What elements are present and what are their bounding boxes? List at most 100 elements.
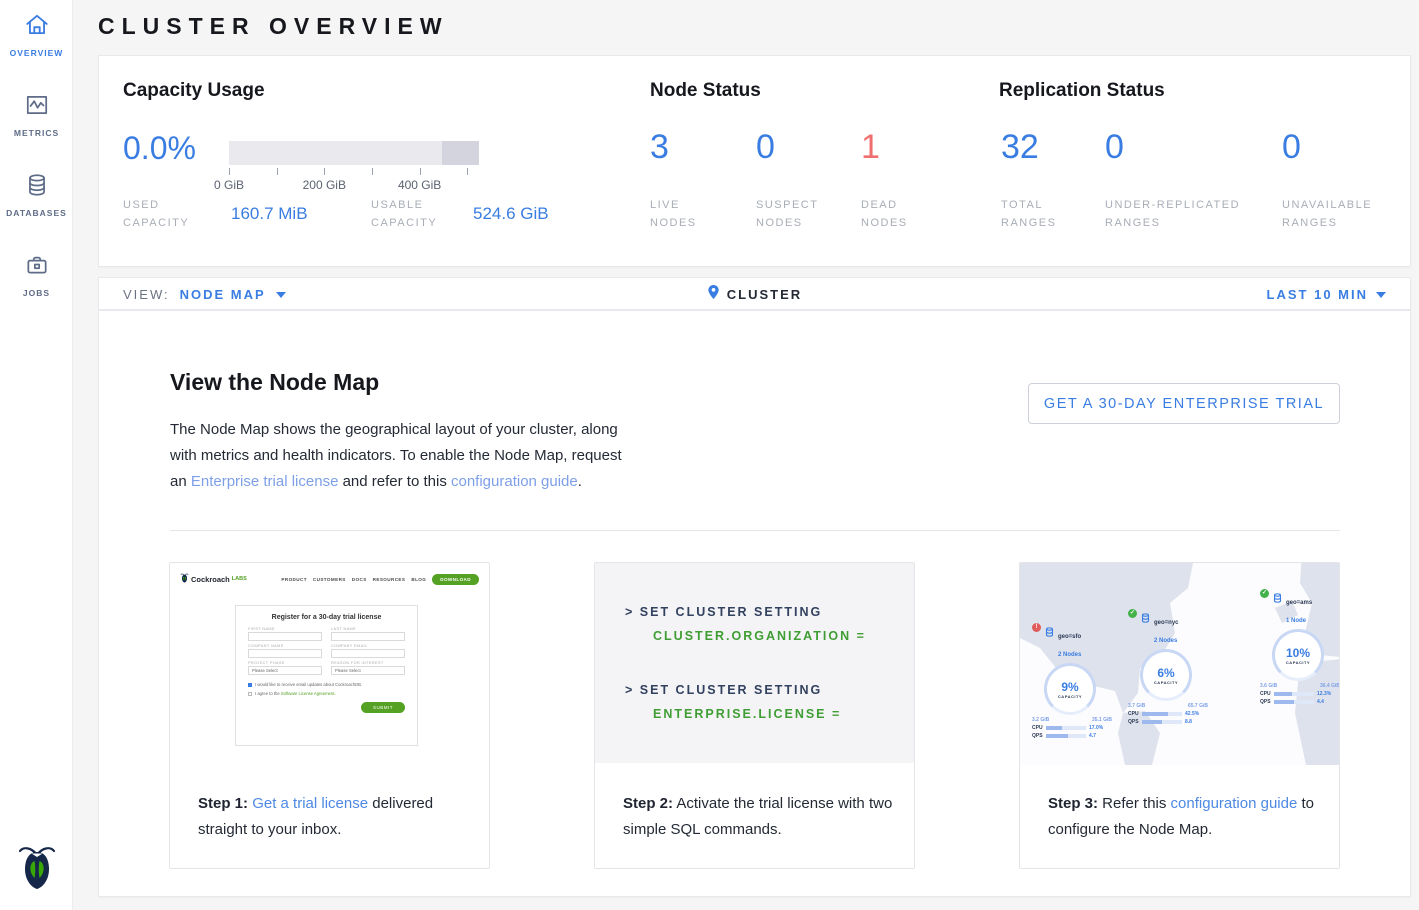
form-title: Register for a 30-day trial license bbox=[248, 614, 405, 621]
configuration-guide-link[interactable]: configuration guide bbox=[451, 473, 578, 490]
field-label: COMPANY EMAIL bbox=[331, 644, 405, 648]
intro-text: and refer to this bbox=[338, 473, 451, 490]
live-nodes-count: 3 bbox=[650, 128, 669, 167]
sidebar-item-label: METRICS bbox=[0, 128, 73, 138]
code-line: > SET CLUSTER SETTING bbox=[625, 683, 822, 697]
sidebar-item-label: DATABASES bbox=[0, 208, 73, 218]
text-input bbox=[331, 649, 405, 658]
node-map-preview: ! geo=sfo2 Nodes 9% CAPACITY 3.2 GiB35.1… bbox=[1020, 563, 1339, 765]
get-enterprise-trial-button[interactable]: GET A 30-DAY ENTERPRISE TRIAL bbox=[1028, 383, 1340, 424]
node-map-panel: View the Node Map The Node Map shows the… bbox=[98, 310, 1411, 897]
node-database-icon bbox=[1044, 625, 1055, 643]
dead-nodes-count: 1 bbox=[861, 128, 880, 167]
capacity-gauge: 10% CAPACITY bbox=[1272, 629, 1324, 681]
axis-label: 0 GiB bbox=[214, 178, 244, 192]
cockroachdb-bug-logo bbox=[0, 839, 73, 896]
checkbox-label: I would like to receive email updates ab… bbox=[255, 682, 362, 687]
under-replicated-ranges-count: 0 bbox=[1105, 128, 1124, 167]
node-database-icon bbox=[1272, 591, 1283, 609]
capacity-axis-labels: 0 GiB 200 GiB 400 GiB bbox=[229, 178, 479, 192]
cluster-overview-page: OVERVIEW METRICS DATABASES bbox=[0, 0, 1419, 910]
cluster-summary-panel: Capacity Usage 0.0% 0 GiB 200 GiB 400 Gi… bbox=[98, 55, 1411, 267]
intro-text: . bbox=[578, 473, 582, 490]
unavailable-ranges-label: UNAVAILABLE RANGES bbox=[1282, 196, 1392, 232]
capacity-axis-ticks bbox=[229, 168, 479, 175]
time-range-value[interactable]: LAST 10 MIN bbox=[1267, 287, 1368, 302]
site-brand: Cockroach bbox=[191, 575, 230, 584]
site-brand-suffix: LABS bbox=[232, 576, 247, 582]
database-icon bbox=[24, 185, 50, 202]
field-label: PROJECT PHASE bbox=[248, 661, 322, 665]
under-replicated-ranges-label: UNDER-REPLICATED RANGES bbox=[1105, 196, 1265, 232]
checkbox-label: I agree to the Software License Agreemen… bbox=[255, 691, 336, 696]
chevron-down-icon[interactable] bbox=[1376, 292, 1386, 298]
used-capacity-label: USED CAPACITY bbox=[123, 196, 209, 232]
intro-paragraph: The Node Map shows the geographical layo… bbox=[170, 417, 630, 495]
field-label: LAST NAME bbox=[331, 627, 405, 631]
select-input: Please Select bbox=[331, 666, 405, 675]
code-line: ENTERPRISE.LICENSE = bbox=[653, 707, 841, 721]
get-trial-license-link[interactable]: Get a trial license bbox=[252, 795, 368, 812]
replication-status-title: Replication Status bbox=[999, 80, 1165, 102]
axis-label: 200 GiB bbox=[303, 178, 346, 192]
sidebar-item-databases[interactable]: DATABASES bbox=[0, 172, 73, 218]
step-1-caption: Step 1: Get a trial license delivered st… bbox=[198, 791, 471, 843]
total-ranges-count: 32 bbox=[1001, 128, 1039, 167]
axis-label: 400 GiB bbox=[398, 178, 441, 192]
step-2-caption: Step 2: Activate the trial license with … bbox=[623, 791, 896, 843]
text-input bbox=[248, 649, 322, 658]
sidebar-item-overview[interactable]: OVERVIEW bbox=[0, 12, 73, 58]
node-count: 2 Nodes bbox=[1058, 652, 1081, 658]
checkbox-unchecked bbox=[248, 692, 252, 696]
register-site-screenshot: Cockroach LABS PRODUCT CUSTOMERS DOCS RE… bbox=[170, 563, 489, 763]
capacity-gauge: 6% CAPACITY bbox=[1140, 649, 1192, 701]
code-line: CLUSTER.ORGANIZATION = bbox=[653, 629, 866, 643]
step-2-card: > SET CLUSTER SETTING CLUSTER.ORGANIZATI… bbox=[594, 562, 915, 869]
capacity-usage-title: Capacity Usage bbox=[123, 80, 265, 102]
site-nav-item: DOCS bbox=[352, 577, 367, 582]
field-label: REASON FOR INTEREST bbox=[331, 661, 405, 665]
usable-capacity-value: 524.6 GiB bbox=[473, 204, 549, 224]
used-capacity-value: 160.7 MiB bbox=[231, 204, 308, 224]
sidebar-item-label: JOBS bbox=[0, 288, 73, 298]
node-count: 2 Nodes bbox=[1154, 638, 1177, 644]
site-submit-button: SUBMIT bbox=[361, 702, 405, 713]
field-label: FIRST NAME bbox=[248, 627, 322, 631]
suspect-nodes-label: SUSPECT NODES bbox=[756, 196, 836, 232]
healthy-badge-icon: ✓ bbox=[1260, 589, 1269, 598]
site-nav-item: BLOG bbox=[411, 577, 426, 582]
briefcase-icon bbox=[24, 265, 50, 282]
cockroach-labs-mini-logo bbox=[180, 570, 189, 588]
node-database-icon bbox=[1140, 611, 1151, 629]
map-node-nyc: ✓ geo=nyc2 Nodes 6% CAPACITY 3.7 GiB65.7… bbox=[1128, 611, 1214, 725]
enterprise-trial-license-link[interactable]: Enterprise trial license bbox=[191, 473, 339, 490]
step-3-card: ! geo=sfo2 Nodes 9% CAPACITY 3.2 GiB35.1… bbox=[1019, 562, 1340, 869]
step-3-caption: Step 3: Refer this configuration guide t… bbox=[1048, 791, 1321, 843]
select-input: Please Select bbox=[248, 666, 322, 675]
sidebar: OVERVIEW METRICS DATABASES bbox=[0, 0, 73, 910]
sidebar-item-jobs[interactable]: JOBS bbox=[0, 252, 73, 298]
time-range-selector[interactable]: LAST 10 MIN bbox=[1267, 278, 1386, 311]
sql-code-block: > SET CLUSTER SETTING CLUSTER.ORGANIZATI… bbox=[595, 563, 914, 763]
site-nav-item: RESOURCES bbox=[373, 577, 406, 582]
view-toolbar: VIEW: NODE MAP CLUSTER LAST 10 MIN bbox=[98, 277, 1411, 310]
total-ranges-label: TOTAL RANGES bbox=[1001, 196, 1081, 232]
metrics-chart-icon bbox=[24, 105, 50, 122]
sidebar-item-metrics[interactable]: METRICS bbox=[0, 92, 73, 138]
capacity-gauge: 9% CAPACITY bbox=[1044, 663, 1096, 715]
home-icon bbox=[24, 25, 50, 42]
checkbox-checked bbox=[248, 683, 252, 687]
software-license-agreement-link: Software License Agreement. bbox=[281, 691, 336, 696]
step-1-card: Cockroach LABS PRODUCT CUSTOMERS DOCS RE… bbox=[169, 562, 490, 869]
unavailable-ranges-count: 0 bbox=[1282, 128, 1301, 167]
divider bbox=[170, 530, 1340, 531]
usable-capacity-label: USABLE CAPACITY bbox=[371, 196, 463, 232]
trial-license-form: Register for a 30-day trial license FIRS… bbox=[235, 605, 418, 746]
healthy-badge-icon: ✓ bbox=[1128, 609, 1137, 618]
site-download-button: DOWNLOAD bbox=[432, 574, 479, 585]
site-header: Cockroach LABS PRODUCT CUSTOMERS DOCS RE… bbox=[180, 571, 479, 587]
page-title: CLUSTER OVERVIEW bbox=[98, 13, 449, 40]
configuration-guide-link[interactable]: configuration guide bbox=[1171, 795, 1298, 812]
site-nav: PRODUCT CUSTOMERS DOCS RESOURCES BLOG DO… bbox=[281, 574, 479, 585]
field-label: COMPANY NAME bbox=[248, 644, 322, 648]
